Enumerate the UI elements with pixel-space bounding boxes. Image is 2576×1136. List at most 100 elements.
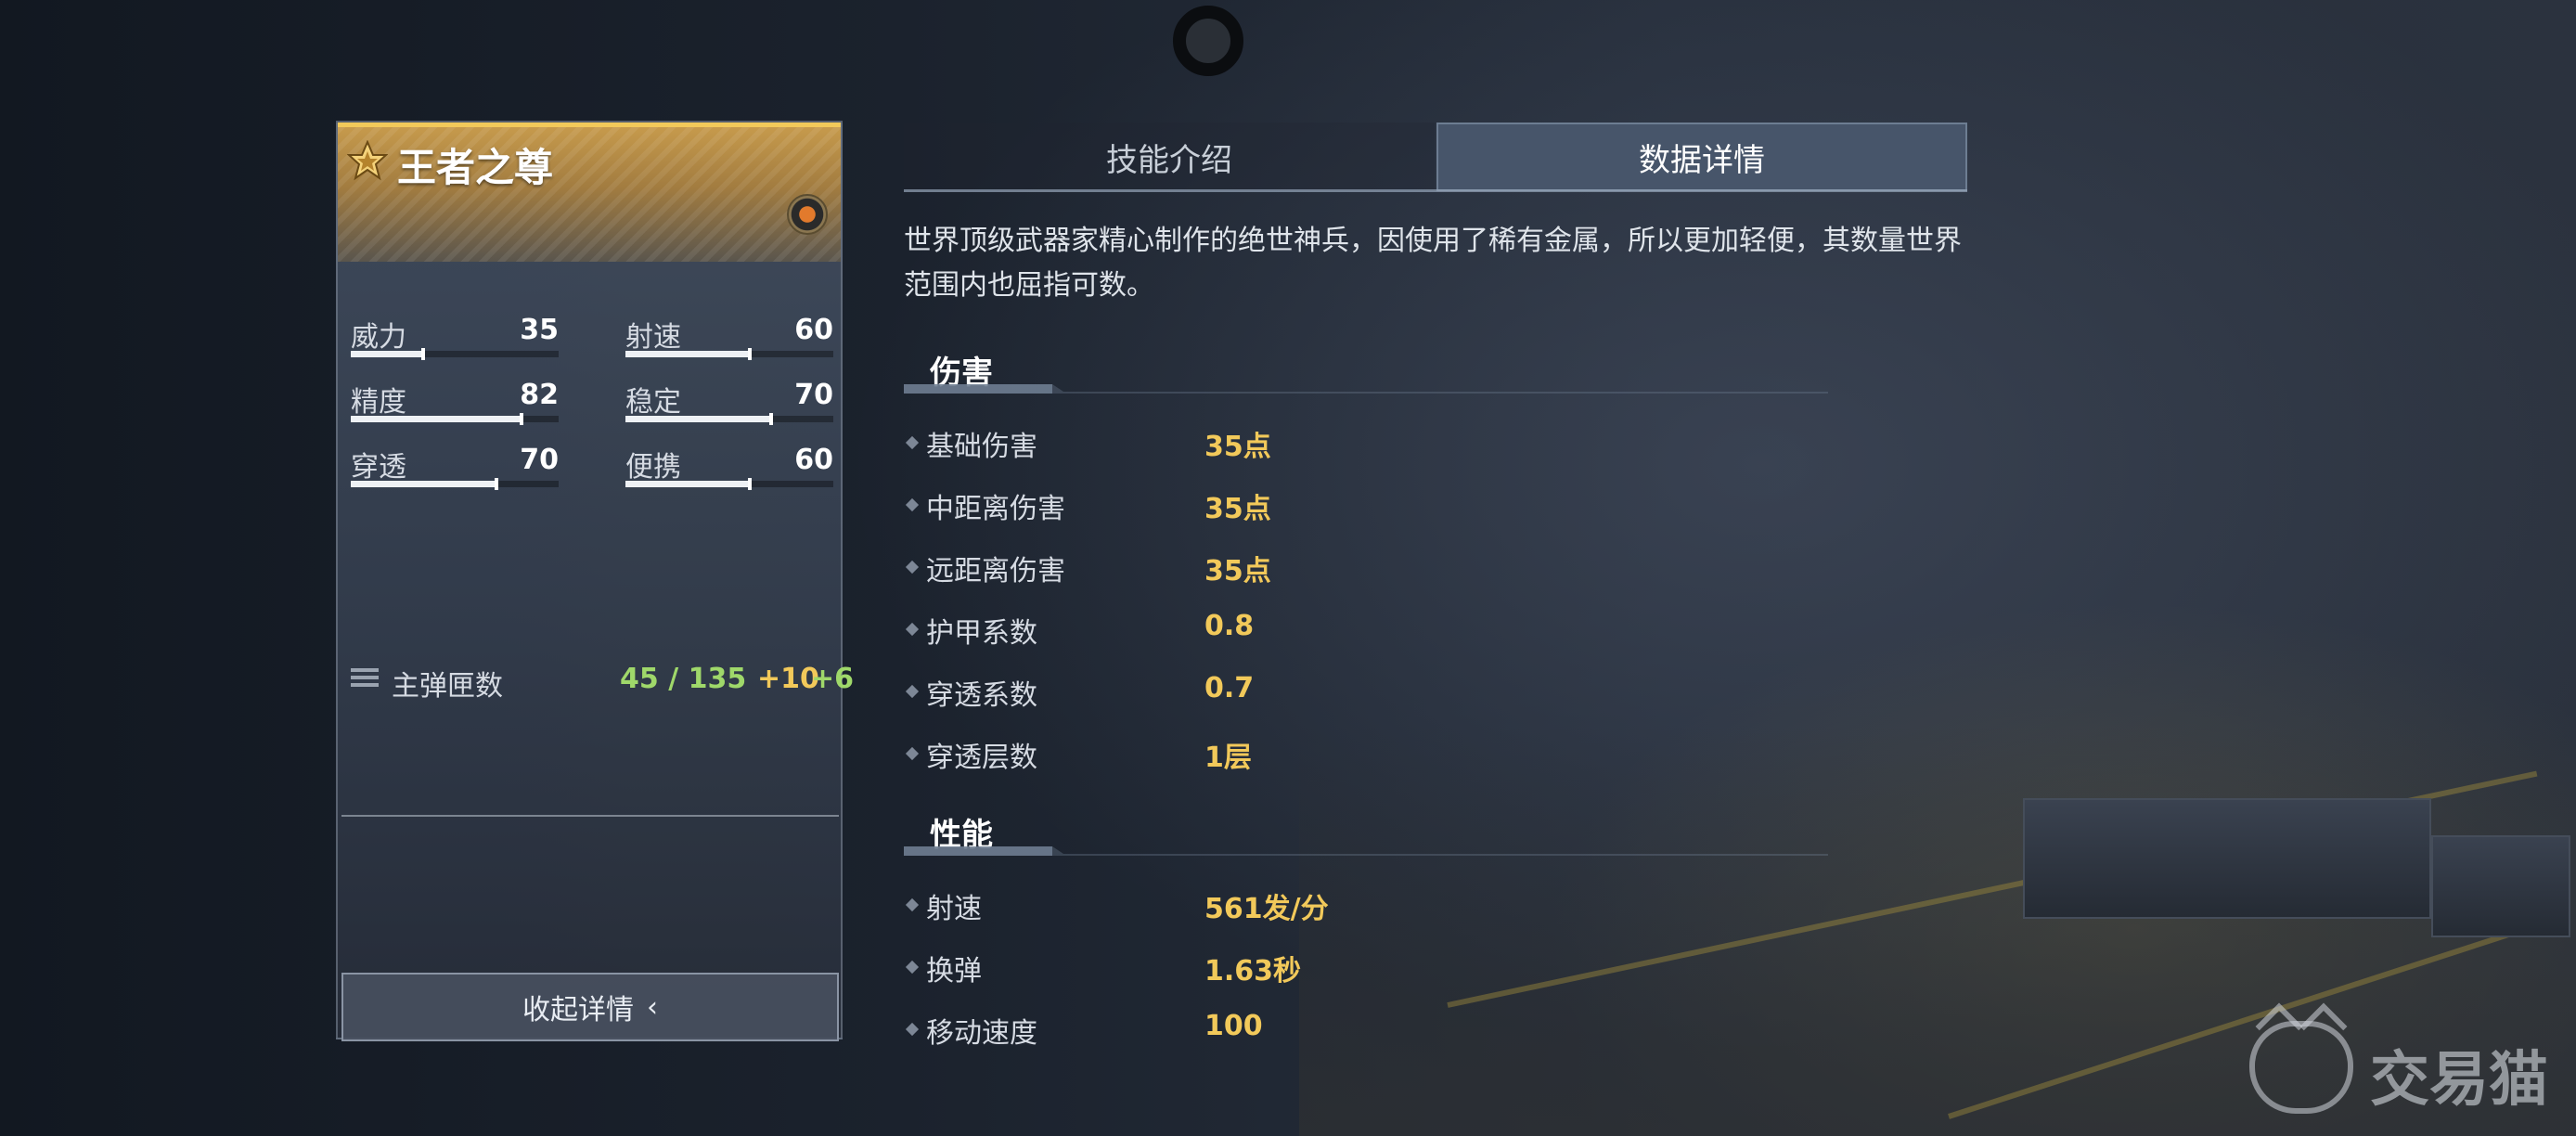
stat-value: 60 <box>794 314 833 346</box>
stat-label: 便携 <box>625 451 681 484</box>
bullet-icon <box>905 684 920 699</box>
row-label: 射速 <box>926 893 982 925</box>
stat-value: 70 <box>520 444 559 476</box>
bullet-icon <box>905 897 920 912</box>
tab-data-details[interactable]: 数据详情 <box>1436 123 1967 191</box>
row-value: 0.8 <box>1204 610 1255 642</box>
list-item: 远距离伤害 35点 <box>904 548 1739 588</box>
stat-tick <box>421 348 426 360</box>
list-item: 射速 561发/分 <box>904 885 1739 926</box>
background-crate <box>2431 835 2570 937</box>
stat-accuracy: 精度 82 <box>351 379 559 431</box>
detail-tabs: 技能介绍 数据详情 <box>904 123 1967 192</box>
stat-bar <box>351 478 559 490</box>
stat-label: 射速 <box>625 321 681 354</box>
row-value: 1层 <box>1204 742 1252 774</box>
stat-bar <box>351 413 559 425</box>
stat-fire-rate: 射速 60 <box>625 314 833 366</box>
row-label: 穿透层数 <box>926 742 1037 774</box>
bullet-icon <box>905 497 920 512</box>
chevron-left-icon: ‹ <box>647 990 658 1024</box>
stat-power: 威力 35 <box>351 314 559 366</box>
cat-logo-icon <box>2249 1021 2353 1114</box>
list-item: 换弹 1.63秒 <box>904 948 1739 988</box>
row-label: 换弹 <box>926 955 982 988</box>
background-crate <box>2023 798 2431 919</box>
list-item: 穿透系数 0.7 <box>904 672 1739 713</box>
stat-value: 70 <box>794 379 833 411</box>
tab-label: 数据详情 <box>1639 141 1765 179</box>
stat-fill <box>625 416 771 422</box>
stat-value: 60 <box>794 444 833 476</box>
weapon-card: 王者之尊 威力 35 射速 60 精度 82 稳定 70 穿透 70 便携 60… <box>336 121 854 1041</box>
ammo-label: 主弹匣数 <box>392 670 503 703</box>
stat-fill <box>625 351 751 357</box>
divider <box>341 815 839 817</box>
top-ring-icon <box>1173 6 1243 76</box>
row-label: 移动速度 <box>926 1017 1037 1050</box>
weapon-attachment-icon[interactable] <box>787 194 828 235</box>
stat-label: 穿透 <box>351 451 406 484</box>
row-value: 0.7 <box>1204 672 1255 704</box>
stat-fill <box>351 351 424 357</box>
stat-tick <box>748 478 753 490</box>
magazine-icon <box>351 668 379 694</box>
bullet-icon <box>905 435 920 450</box>
row-label: 穿透系数 <box>926 679 1037 712</box>
stat-value: 35 <box>520 314 559 346</box>
row-value: 100 <box>1204 1010 1263 1042</box>
stat-label: 精度 <box>351 386 406 419</box>
stat-label: 稳定 <box>625 386 681 419</box>
row-value: 35点 <box>1204 431 1271 463</box>
row-value: 35点 <box>1204 493 1271 525</box>
stat-label: 威力 <box>351 321 406 354</box>
stat-tick <box>768 413 773 425</box>
stat-value: 82 <box>520 379 559 411</box>
list-item: 穿透层数 1层 <box>904 734 1739 775</box>
tabs-underline <box>904 189 1967 192</box>
stat-penetration: 穿透 70 <box>351 444 559 496</box>
ammo-row: 主弹匣数 45 / 135 +10 +6 <box>351 661 854 703</box>
bullet-icon <box>905 960 920 975</box>
stat-bar <box>351 348 559 360</box>
list-item: 移动速度 100 <box>904 1010 1739 1051</box>
bullet-icon <box>905 622 920 637</box>
weapon-card-header: 王者之尊 <box>338 123 841 262</box>
row-value: 561发/分 <box>1204 893 1329 925</box>
stat-fill <box>351 416 522 422</box>
section-divider <box>904 384 1828 394</box>
tab-label: 技能介绍 <box>1106 141 1232 179</box>
ammo-bonus-green: +6 <box>811 663 855 695</box>
watermark-text: 交易猫 <box>2370 1046 2548 1115</box>
ammo-count: 45 / 135 <box>620 663 747 695</box>
tab-skill-intro[interactable]: 技能介绍 <box>904 123 1435 191</box>
stat-tick <box>519 413 523 425</box>
list-item: 护甲系数 0.8 <box>904 610 1739 651</box>
list-item: 基础伤害 35点 <box>904 423 1739 464</box>
row-label: 护甲系数 <box>926 617 1037 650</box>
stat-bar <box>625 478 833 490</box>
weapon-description: 世界顶级武器家精心制作的绝世神兵，因使用了稀有金属，所以更加轻便，其数量世界范围… <box>904 225 1962 302</box>
list-item: 中距离伤害 35点 <box>904 485 1739 526</box>
weapon-name: 王者之尊 <box>397 145 554 190</box>
stat-stability: 稳定 70 <box>625 379 833 431</box>
row-label: 基础伤害 <box>926 431 1037 463</box>
row-value: 35点 <box>1204 555 1271 587</box>
stat-bar <box>625 348 833 360</box>
watermark: 交易猫 <box>2249 1019 2565 1123</box>
bullet-icon <box>905 560 920 574</box>
stat-bar <box>625 413 833 425</box>
row-label: 远距离伤害 <box>926 555 1065 587</box>
ammo-bonus-gold: +10 <box>757 663 819 695</box>
stat-fill <box>625 481 751 487</box>
stat-portability: 便携 60 <box>625 444 833 496</box>
collapse-details-button[interactable]: 收起详情 ‹ <box>341 973 839 1041</box>
collapse-button-label: 收起详情 <box>522 994 634 1026</box>
stat-fill <box>351 481 496 487</box>
bullet-icon <box>905 1022 920 1037</box>
row-value: 1.63秒 <box>1204 955 1302 988</box>
stat-tick <box>494 478 498 490</box>
crown-emblem-icon <box>347 140 388 181</box>
stat-tick <box>748 348 753 360</box>
row-label: 中距离伤害 <box>926 493 1065 525</box>
